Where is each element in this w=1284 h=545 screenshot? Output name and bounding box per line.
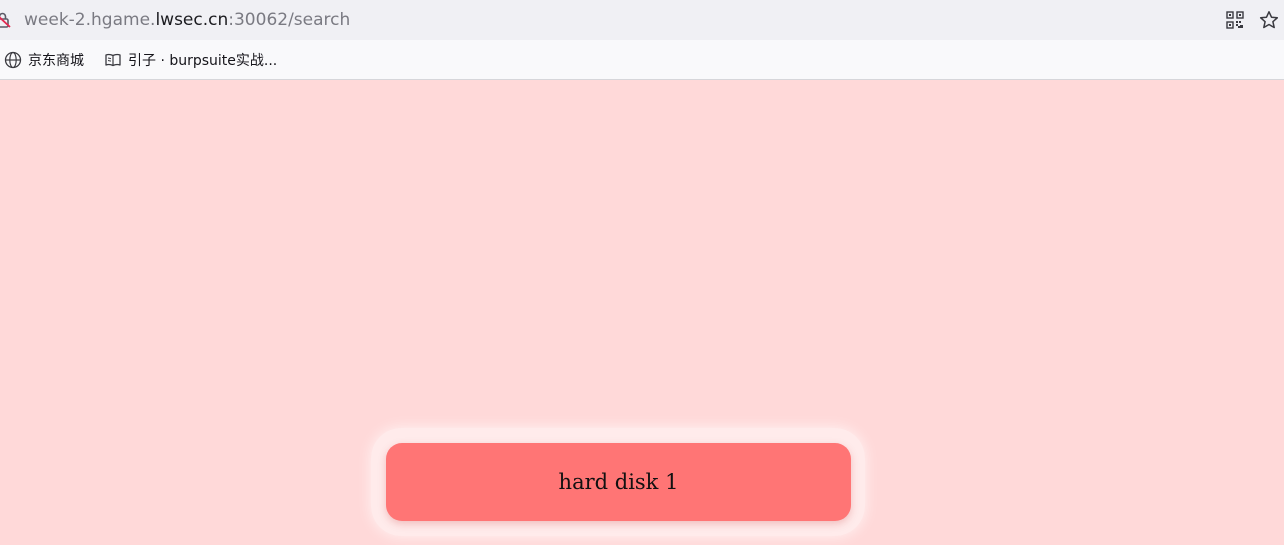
url-prefix: week-2.hgame. [24,10,156,30]
hard-disk-label: hard disk 1 [558,470,679,494]
url-domain: lwsec.cn [155,10,229,30]
disk-card-container: hard disk 1 [371,428,865,536]
bookmark-burpsuite-label: 引子 · burpsuite实战... [128,53,278,69]
qr-code-icon[interactable] [1226,11,1244,29]
url-text[interactable]: week-2.hgame.lwsec.cn:30062/search [24,10,350,30]
insecure-lock-icon[interactable] [0,11,12,29]
address-bar[interactable]: week-2.hgame.lwsec.cn:30062/search [0,0,1284,40]
browser-window: week-2.hgame.lwsec.cn:30062/search 京东商城 … [0,0,1284,545]
bookmark-jd-label: 京东商城 [28,53,84,69]
bookmarks-toolbar: 京东商城 引子 · burpsuite实战... [0,40,1284,80]
bookmark-star-icon[interactable] [1259,10,1279,30]
globe-icon [4,51,22,69]
url-suffix: :30062/search [228,10,351,30]
bookmark-burpsuite[interactable]: 引子 · burpsuite实战... [104,40,277,80]
book-icon [105,53,121,67]
bookmark-jd[interactable]: 京东商城 [4,40,84,80]
page-content: hard disk 1 [0,81,1284,545]
hard-disk-button[interactable]: hard disk 1 [386,443,851,521]
